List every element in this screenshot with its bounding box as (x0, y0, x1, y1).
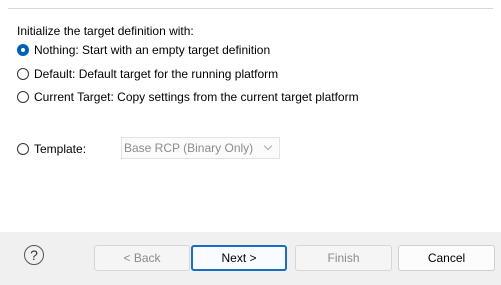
option-current-target[interactable]: Current Target: Copy settings from the c… (17, 88, 359, 106)
cancel-button[interactable]: Cancel (398, 245, 495, 271)
next-button[interactable]: Next > (191, 245, 287, 271)
option-default-label: Default: Default target for the running … (34, 67, 279, 81)
top-divider (8, 8, 493, 9)
radio-icon[interactable] (17, 68, 29, 80)
option-nothing-label: Nothing: Start with an empty target defi… (34, 43, 271, 57)
selected-radio-icon[interactable] (17, 44, 29, 56)
option-current-target-label: Current Target: Copy settings from the c… (34, 90, 359, 104)
intro-text: Initialize the target definition with: (17, 24, 194, 38)
radio-icon[interactable] (17, 91, 29, 103)
help-icon[interactable]: ? (24, 245, 44, 265)
template-select: Base RCP (Binary Only) (121, 137, 280, 159)
wizard-content-panel: Initialize the target definition with: N… (0, 0, 501, 233)
chevron-down-icon (260, 140, 276, 156)
option-template[interactable]: Template: (17, 140, 138, 158)
back-button: < Back (94, 245, 190, 271)
finish-button: Finish (295, 245, 392, 271)
option-nothing[interactable]: Nothing: Start with an empty target defi… (17, 41, 270, 59)
option-default[interactable]: Default: Default target for the running … (17, 65, 278, 83)
template-select-value: Base RCP (Binary Only) (124, 141, 254, 155)
radio-icon[interactable] (17, 143, 29, 155)
